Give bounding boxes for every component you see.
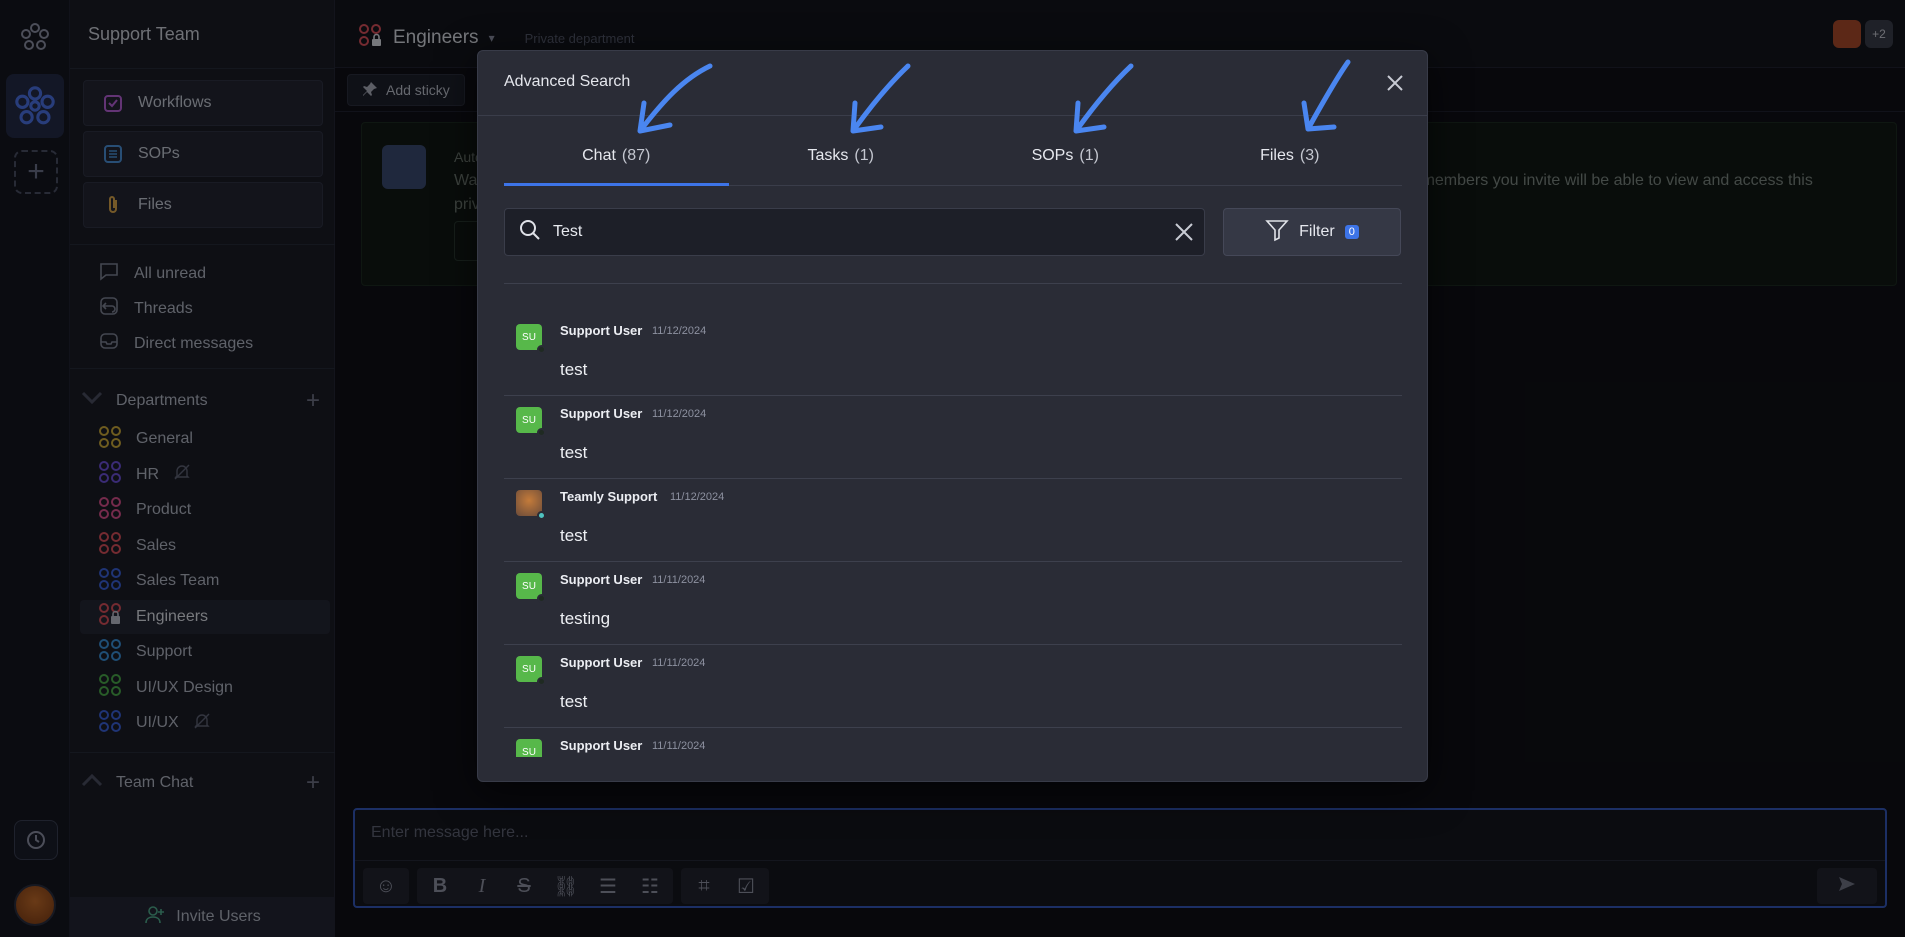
tab-count: (3): [1299, 147, 1320, 164]
tab-label: Chat: [582, 147, 616, 164]
presence-indicator: [537, 594, 546, 603]
tab-label: Tasks: [807, 147, 849, 164]
modal-title: Advanced Search: [504, 73, 631, 90]
result-date: 11/12/2024: [652, 325, 707, 337]
result-author: Support User: [560, 323, 643, 338]
filter-label: Filter: [1299, 223, 1335, 240]
filter-button[interactable]: Filter 0: [1223, 208, 1401, 256]
result-message: test: [560, 526, 588, 545]
tab-label: SOPs: [1031, 147, 1074, 164]
search-result-item[interactable]: SU Support User 11/11/2024 test: [504, 645, 1402, 728]
funnel-icon: [1265, 218, 1289, 247]
filter-count-badge: 0: [1344, 225, 1359, 239]
search-result-item[interactable]: SU Support User 11/11/2024 testing: [504, 562, 1402, 645]
presence-indicator: [537, 345, 546, 354]
presence-indicator: [537, 677, 546, 686]
result-date: 11/12/2024: [652, 408, 707, 420]
search-tabs: Chat (87) Tasks (1) SOPs (1) Files (3): [504, 116, 1402, 186]
tab-sops[interactable]: SOPs (1): [953, 116, 1178, 185]
result-message: test: [560, 443, 588, 462]
result-author: Support User: [560, 572, 643, 587]
search-result-item[interactable]: SU Support User 11/11/2024: [504, 728, 1402, 757]
search-box: [504, 208, 1205, 256]
result-date: 11/11/2024: [652, 574, 706, 586]
app-root: + Support Team Workflows SOPs Files All …: [0, 0, 1905, 937]
close-icon[interactable]: [1381, 69, 1409, 97]
tab-count: (87): [621, 147, 651, 164]
result-date: 11/11/2024: [652, 740, 706, 752]
result-author: Teamly Support: [560, 489, 658, 504]
presence-indicator: [537, 511, 546, 520]
result-date: 11/11/2024: [652, 657, 706, 669]
search-results: SU Support User 11/12/2024 test SU Support Us…: [504, 313, 1402, 757]
search-result-item[interactable]: SU Support User 11/12/2024 test: [504, 396, 1402, 479]
tab-label: Files: [1260, 147, 1294, 164]
result-author: Support User: [560, 655, 643, 670]
clear-search-icon[interactable]: [1164, 212, 1204, 252]
presence-indicator: [537, 428, 546, 437]
tab-count: (1): [854, 147, 874, 164]
result-date: 11/12/2024: [670, 491, 725, 503]
result-message: test: [560, 692, 588, 711]
tab-count: (1): [1079, 147, 1099, 164]
divider: [504, 283, 1402, 284]
avatar: SU: [516, 739, 542, 757]
result-author: Support User: [560, 406, 643, 421]
tab-files[interactable]: Files (3): [1178, 116, 1403, 185]
tab-tasks[interactable]: Tasks (1): [729, 116, 954, 185]
result-message: testing: [560, 609, 611, 628]
advanced-search-modal: Advanced Search Chat (87) Tasks (1) SOPs (1…: [477, 50, 1428, 782]
search-result-item[interactable]: Teamly Support 11/12/2024 test: [504, 479, 1402, 562]
search-input[interactable]: [553, 223, 1152, 241]
search-result-item[interactable]: SU Support User 11/12/2024 test: [504, 313, 1402, 396]
search-icon: [519, 219, 541, 246]
result-message: test: [560, 360, 588, 379]
tab-chat[interactable]: Chat (87): [504, 116, 729, 186]
result-author: Support User: [560, 738, 643, 753]
